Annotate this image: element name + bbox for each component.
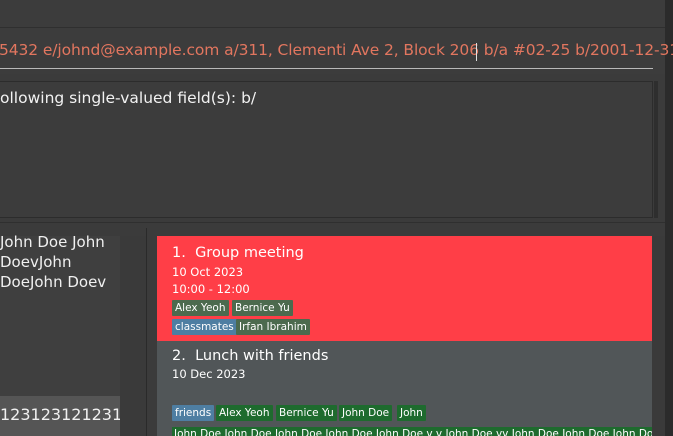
event-list-scrollbar[interactable] [652, 236, 665, 436]
command-underline [0, 68, 653, 69]
group-tag: Irfan Ibrahim [236, 319, 310, 335]
divider [0, 222, 665, 223]
participant-tag: Alex Yeoh [172, 300, 229, 316]
person-card-text: John Doe John [0, 233, 105, 251]
participant-tag: Bernice Yu [232, 300, 293, 316]
event-card-selected[interactable]: 1. Group meeting 10 Oct 2023 10:00 - 12:… [157, 236, 652, 341]
list-gap [120, 236, 147, 436]
split-divider[interactable] [146, 228, 147, 436]
result-message: ollowing single-valued field(s): b/ [0, 89, 257, 107]
participant-tag: John Doe [339, 405, 393, 421]
event-date: 10 Dec 2023 [172, 367, 246, 381]
top-bar [0, 0, 665, 28]
person-card-text: DoeJohn Doev [0, 273, 107, 291]
participant-tag-long: John Doe John Doe John Doe John Doe John… [172, 427, 652, 436]
text-caret [476, 43, 477, 61]
event-title: 1. Group meeting [172, 245, 304, 261]
result-scrollbar[interactable] [654, 81, 658, 218]
command-input[interactable]: 5432 e/johnd@example.com a/311, Clementi… [0, 41, 673, 59]
event-card[interactable]: 2. Lunch with friends 10 Dec 2023 friend… [157, 341, 652, 436]
person-card-text: DoevJohn [0, 253, 72, 271]
event-title: 2. Lunch with friends [172, 348, 329, 364]
event-date: 10 Oct 2023 [172, 265, 244, 279]
window-edge [665, 0, 673, 436]
participant-tag: John [397, 405, 426, 421]
participant-tag: Bernice Yu [276, 405, 337, 421]
group-tag: friends [172, 405, 215, 421]
event-time: 10:00 - 12:00 [172, 282, 250, 296]
participant-tag: Alex Yeoh [216, 405, 273, 421]
group-tag: classmates [172, 319, 237, 335]
